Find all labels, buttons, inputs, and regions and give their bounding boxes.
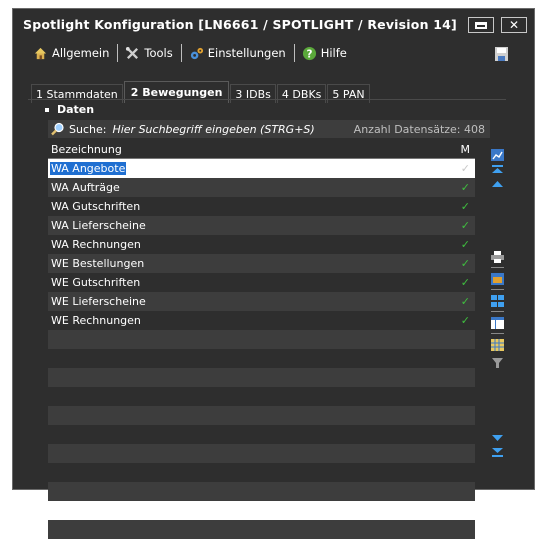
cell-bezeichnung: WA Rechnungen [51, 238, 141, 251]
grid-header: Bezeichnung M [48, 141, 475, 159]
menu-einstellungen-label: Einstellungen [207, 46, 286, 60]
menu-allgemein-label: Allgemein [52, 46, 110, 60]
search-input[interactable]: Hier Suchbegriff eingeben (STRG+S) [112, 123, 314, 136]
tab-label: Bewegungen [142, 86, 223, 99]
close-icon: ✕ [508, 18, 520, 32]
print-icon[interactable] [491, 251, 504, 263]
check-icon: ✓ [460, 257, 470, 270]
table-settings-icon[interactable] [491, 339, 504, 351]
menu-tools-label: Tools [144, 46, 173, 60]
empty-row [48, 349, 475, 368]
tab-dbks[interactable]: 4 DBKs [276, 84, 327, 103]
check-icon: ✓ [460, 181, 470, 194]
columns-icon[interactable] [491, 317, 504, 329]
tab-pan[interactable]: 5 PAN [327, 84, 370, 103]
empty-row [48, 330, 475, 349]
table-row[interactable]: WA Aufträge ✓ [48, 178, 475, 197]
toolbar-separator [491, 333, 504, 334]
cell-bezeichnung: WA Gutschriften [51, 200, 141, 213]
menu-separator [180, 44, 182, 62]
tab-idbs[interactable]: 3 IDBs [230, 84, 276, 103]
jump-last-icon[interactable] [491, 445, 504, 457]
check-icon: ✓ [460, 200, 470, 213]
toolbar-separator [491, 267, 504, 268]
toolbar-separator [491, 311, 504, 312]
bullet-icon [45, 107, 49, 112]
tab-underline [28, 99, 506, 100]
cell-bezeichnung: WE Gutschriften [51, 276, 141, 289]
empty-row [48, 520, 475, 539]
cell-bezeichnung: WA Aufträge [51, 181, 120, 194]
maximize-button[interactable] [468, 17, 494, 33]
table-row[interactable]: WA Gutschriften ✓ [48, 197, 475, 216]
empty-row [48, 387, 475, 406]
empty-row [48, 463, 475, 482]
data-grid: Bezeichnung M WA Angebote ✓ WA Aufträge ✓ … [48, 141, 475, 539]
menu-bar: Allgemein Tools Einstellungen ? Hilfe [33, 43, 355, 63]
export-icon[interactable] [491, 273, 504, 285]
empty-row [48, 444, 475, 463]
check-icon: ✓ [460, 162, 470, 175]
search-icon [51, 122, 64, 136]
grid-layout-icon[interactable] [491, 295, 504, 307]
menu-hilfe[interactable]: ? Hilfe [302, 46, 347, 61]
toolbar-separator [491, 289, 504, 290]
table-row[interactable]: WA Angebote ✓ [48, 159, 475, 178]
close-button[interactable]: ✕ [501, 17, 527, 33]
tools-icon [126, 46, 139, 59]
search-label: Suche: [69, 122, 107, 136]
cell-bezeichnung: WE Bestellungen [51, 257, 145, 270]
check-icon: ✓ [460, 295, 470, 308]
section-title: Daten [57, 103, 95, 116]
empty-row [48, 482, 475, 501]
tab-stammdaten[interactable]: 1 Stammdaten [31, 84, 123, 103]
check-icon: ✓ [460, 276, 470, 289]
page-up-icon[interactable] [491, 179, 504, 191]
table-row[interactable]: WE Lieferscheine ✓ [48, 292, 475, 311]
jump-first-icon[interactable] [491, 165, 504, 177]
table-row[interactable]: WE Gutschriften ✓ [48, 273, 475, 292]
menu-separator [293, 44, 295, 62]
check-icon: ✓ [460, 314, 470, 327]
svg-text:?: ? [306, 48, 312, 60]
menu-tools[interactable]: Tools [125, 46, 173, 61]
check-icon: ✓ [460, 238, 470, 251]
record-count: Anzahl Datensätze: 408 [353, 122, 485, 136]
home-icon [34, 47, 47, 59]
config-window: Spotlight Konfiguration [LN6661 / SPOTLI… [12, 8, 535, 539]
page-down-icon[interactable] [491, 431, 504, 443]
cell-bezeichnung: WA Lieferscheine [51, 219, 146, 232]
empty-row [48, 425, 475, 444]
help-icon: ? [302, 46, 316, 60]
table-row[interactable]: WE Bestellungen ✓ [48, 254, 475, 273]
tab-number: 2 [130, 86, 139, 99]
maximize-icon [475, 21, 487, 29]
menu-hilfe-label: Hilfe [320, 46, 347, 60]
cell-bezeichnung[interactable]: WA Angebote [50, 162, 127, 175]
cell-bezeichnung: WE Rechnungen [51, 314, 141, 327]
save-icon[interactable] [495, 47, 508, 61]
table-row[interactable]: WE Rechnungen ✓ [48, 311, 475, 330]
table-row[interactable]: WA Lieferscheine ✓ [48, 216, 475, 235]
table-row[interactable]: WA Rechnungen ✓ [48, 235, 475, 254]
menu-allgemein[interactable]: Allgemein [33, 46, 109, 61]
gears-icon [190, 47, 203, 59]
empty-row [48, 406, 475, 425]
menu-einstellungen[interactable]: Einstellungen [189, 46, 286, 61]
empty-row [48, 368, 475, 387]
cell-bezeichnung: WE Lieferscheine [51, 295, 146, 308]
search-bar[interactable]: Suche: Hier Suchbegriff eingeben (STRG+S… [48, 120, 490, 138]
column-header-bezeichnung[interactable]: Bezeichnung [51, 143, 122, 156]
menu-separator [117, 44, 119, 62]
window-title: Spotlight Konfiguration [LN6661 / SPOTLI… [23, 17, 457, 32]
empty-row [48, 501, 475, 520]
filter-icon[interactable] [491, 357, 504, 369]
check-icon: ✓ [460, 219, 470, 232]
column-header-m[interactable]: M [461, 143, 471, 156]
section-header[interactable]: Daten [45, 103, 94, 116]
chart-icon[interactable] [491, 149, 504, 161]
